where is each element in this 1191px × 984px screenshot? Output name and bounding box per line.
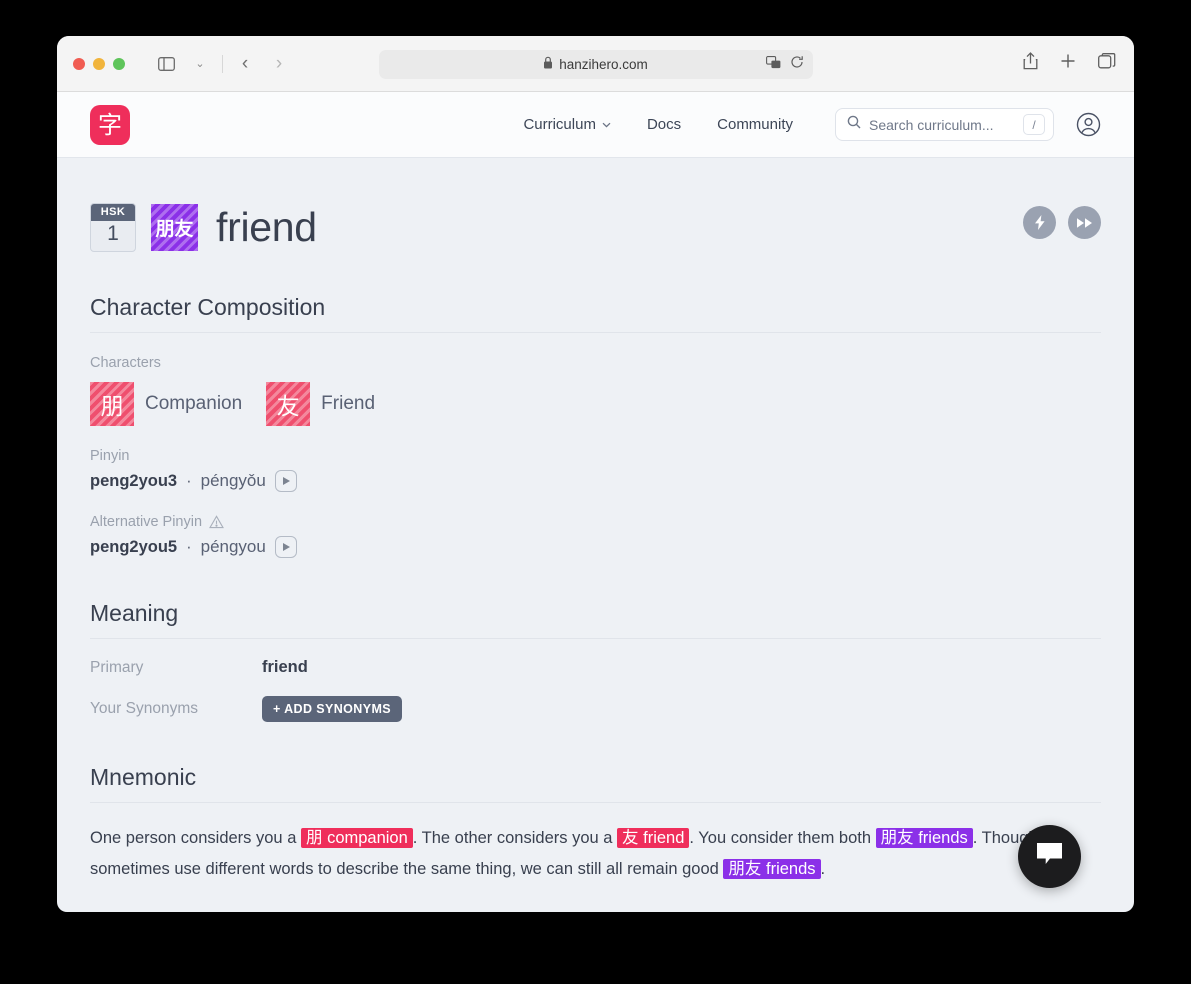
mnemonic-highlight-companion-char: 朋 — [305, 828, 323, 847]
share-icon[interactable] — [1023, 52, 1038, 75]
page-title-row: HSK 1 朋友 friend — [90, 158, 1101, 252]
mnemonic-p1-b: . The other considers you a — [412, 829, 618, 847]
mnemonic-highlight-friends-char: 朋友 — [880, 828, 914, 847]
section-title-composition: Character Composition — [90, 294, 1101, 333]
chevron-down-icon — [602, 120, 611, 130]
play-icon — [283, 543, 291, 551]
site-logo[interactable]: 字 — [90, 104, 130, 145]
minimize-window-button[interactable] — [93, 57, 105, 70]
nav-item-curriculum[interactable]: Curriculum — [505, 116, 629, 133]
play-audio-button[interactable] — [274, 470, 297, 492]
character-tile: 朋 — [90, 382, 134, 426]
play-alternative-audio-button[interactable] — [274, 536, 297, 558]
search-input[interactable]: Search curriculum... / — [835, 108, 1054, 141]
nav-item-docs[interactable]: Docs — [629, 116, 699, 133]
mnemonic-highlight-friends-gloss: friends — [918, 829, 968, 847]
mnemonic-highlight-companion-gloss: companion — [327, 829, 408, 847]
mnemonic-highlight-friend-gloss: friend — [643, 829, 685, 847]
synonyms-label: Your Synonyms — [90, 700, 198, 717]
fast-forward-button[interactable] — [1068, 206, 1101, 239]
alternative-pinyin-row: peng2you5 · péngyou — [90, 536, 1101, 558]
characters-list: 朋 Companion 友 Friend — [90, 382, 1101, 426]
primary-meaning-row: Primary friend — [90, 658, 1101, 677]
hsk-badge: HSK 1 — [90, 203, 136, 252]
nav-item-curriculum-label: Curriculum — [523, 116, 596, 133]
hsk-badge-label: HSK — [91, 204, 135, 221]
alternative-pinyin-code: peng2you5 — [90, 537, 178, 556]
reload-icon[interactable] — [790, 55, 804, 74]
mnemonic-highlight-friend: 友 friend — [617, 828, 690, 848]
mnemonic-p1-c: . You consider them both — [689, 829, 876, 847]
section-title-mnemonic: Mnemonic — [90, 764, 1101, 803]
character-gloss: Companion — [145, 393, 243, 414]
toolbar-right-buttons — [1023, 52, 1116, 75]
chat-support-button[interactable] — [1018, 825, 1081, 888]
pinyin-reading: péngyǒu — [200, 471, 266, 490]
address-bar[interactable]: hanzihero.com — [378, 50, 813, 79]
primary-meaning-label: Primary — [90, 659, 144, 676]
window-controls — [73, 57, 125, 70]
toolbar-divider — [222, 54, 223, 73]
alternative-pinyin-label: Alternative Pinyin — [90, 514, 203, 530]
lock-icon — [543, 56, 553, 74]
mnemonic-p1-d: . — [972, 829, 978, 847]
close-window-button[interactable] — [73, 57, 85, 70]
warning-triangle-icon — [209, 515, 224, 529]
alternative-pinyin-separator: · — [186, 537, 192, 556]
back-button[interactable]: ‹ — [230, 51, 260, 77]
mnemonic-text: One person considers you a 朋 companion. … — [90, 823, 1101, 884]
url-text: hanzihero.com — [559, 57, 648, 72]
search-shortcut-badge: / — [1023, 114, 1045, 135]
mnemonic-highlight-friends-2-gloss: friends — [766, 859, 816, 878]
alternative-pinyin-label-row: Alternative Pinyin — [90, 514, 1101, 530]
account-circle-icon[interactable] — [1076, 112, 1101, 137]
pinyin-code: peng2you3 — [90, 471, 178, 490]
browser-window: ⌄ ‹ › hanzihero.com 字 Curriculum Docs Co… — [57, 36, 1134, 912]
mnemonic-highlight-companion: 朋 companion — [300, 828, 413, 848]
forward-button[interactable]: › — [264, 51, 294, 77]
character-gloss: Friend — [321, 393, 376, 414]
play-icon — [283, 477, 291, 485]
nav-item-community[interactable]: Community — [699, 116, 811, 133]
characters-label: Characters — [90, 355, 161, 371]
mnemonic-highlight-friends: 朋友 friends — [875, 828, 973, 848]
mnemonic-highlight-friend-char: 友 — [622, 828, 639, 847]
mnemonic-highlight-friends-2: 朋友 friends — [723, 858, 821, 879]
main-nav: Curriculum Docs Community Search curricu… — [505, 108, 1101, 141]
mnemonic-p2-b: . — [820, 859, 826, 878]
search-placeholder: Search curriculum... — [869, 116, 994, 133]
character-item[interactable]: 朋 Companion — [90, 382, 242, 426]
pinyin-separator: · — [186, 471, 192, 490]
mnemonic-p1-a: One person considers you a — [90, 829, 301, 847]
site-header: 字 Curriculum Docs Community Search curri… — [57, 92, 1134, 158]
page-title: friend — [216, 204, 317, 250]
alternative-pinyin-reading: péngyou — [200, 537, 266, 556]
browser-toolbar: ⌄ ‹ › hanzihero.com — [57, 36, 1134, 92]
sidebar-toggle-icon[interactable] — [151, 51, 181, 77]
plus-icon[interactable] — [1060, 53, 1076, 74]
character-item[interactable]: 友 Friend — [266, 382, 375, 426]
tab-overview-icon[interactable] — [1098, 53, 1116, 74]
toolbar-left-buttons: ⌄ ‹ › — [151, 51, 294, 77]
primary-meaning-value: friend — [262, 658, 308, 676]
quick-study-button[interactable] — [1023, 206, 1056, 239]
synonyms-row: Your Synonyms + ADD SYNONYMS — [90, 696, 1101, 722]
page-actions — [1023, 206, 1101, 239]
chat-bubble-icon — [1036, 842, 1063, 871]
add-synonyms-button[interactable]: + ADD SYNONYMS — [262, 696, 403, 722]
pinyin-row: peng2you3 · péngyǒu — [90, 470, 1101, 492]
sidebar-options-chevron-icon[interactable]: ⌄ — [185, 51, 215, 77]
page-content: HSK 1 朋友 friend Character Composition Ch… — [57, 158, 1134, 884]
pinyin-label: Pinyin — [90, 448, 130, 464]
translate-icon[interactable] — [765, 55, 781, 74]
maximize-window-button[interactable] — [113, 57, 125, 70]
character-tile: 友 — [266, 382, 311, 426]
word-tile[interactable]: 朋友 — [151, 204, 198, 251]
mnemonic-highlight-friends-2-char: 朋友 — [728, 858, 762, 878]
search-icon — [847, 115, 861, 134]
hsk-badge-level: 1 — [107, 222, 119, 245]
section-title-meaning: Meaning — [90, 600, 1101, 639]
address-bar-actions — [765, 55, 804, 74]
